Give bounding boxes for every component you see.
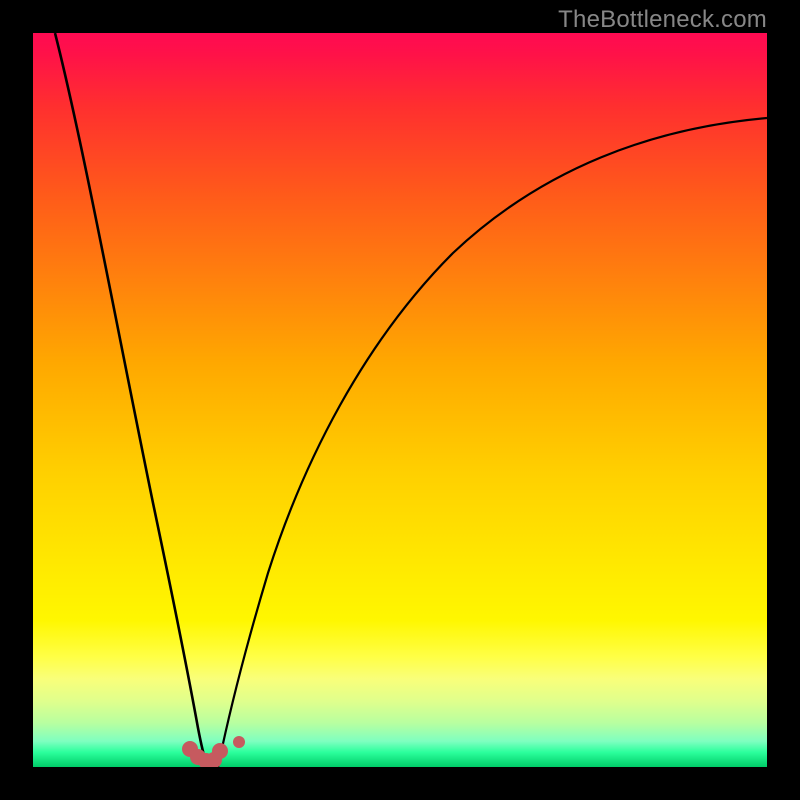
marker-dot <box>233 736 245 748</box>
attribution-text: TheBottleneck.com <box>558 6 767 34</box>
outer-frame: TheBottleneck.com <box>0 0 800 800</box>
curves-layer <box>55 33 767 767</box>
plot-area <box>33 33 767 767</box>
marker-dot <box>212 743 228 759</box>
marker-cluster <box>182 736 245 767</box>
chart-svg <box>33 33 767 767</box>
left-curve <box>55 33 208 767</box>
right-curve <box>218 118 767 767</box>
